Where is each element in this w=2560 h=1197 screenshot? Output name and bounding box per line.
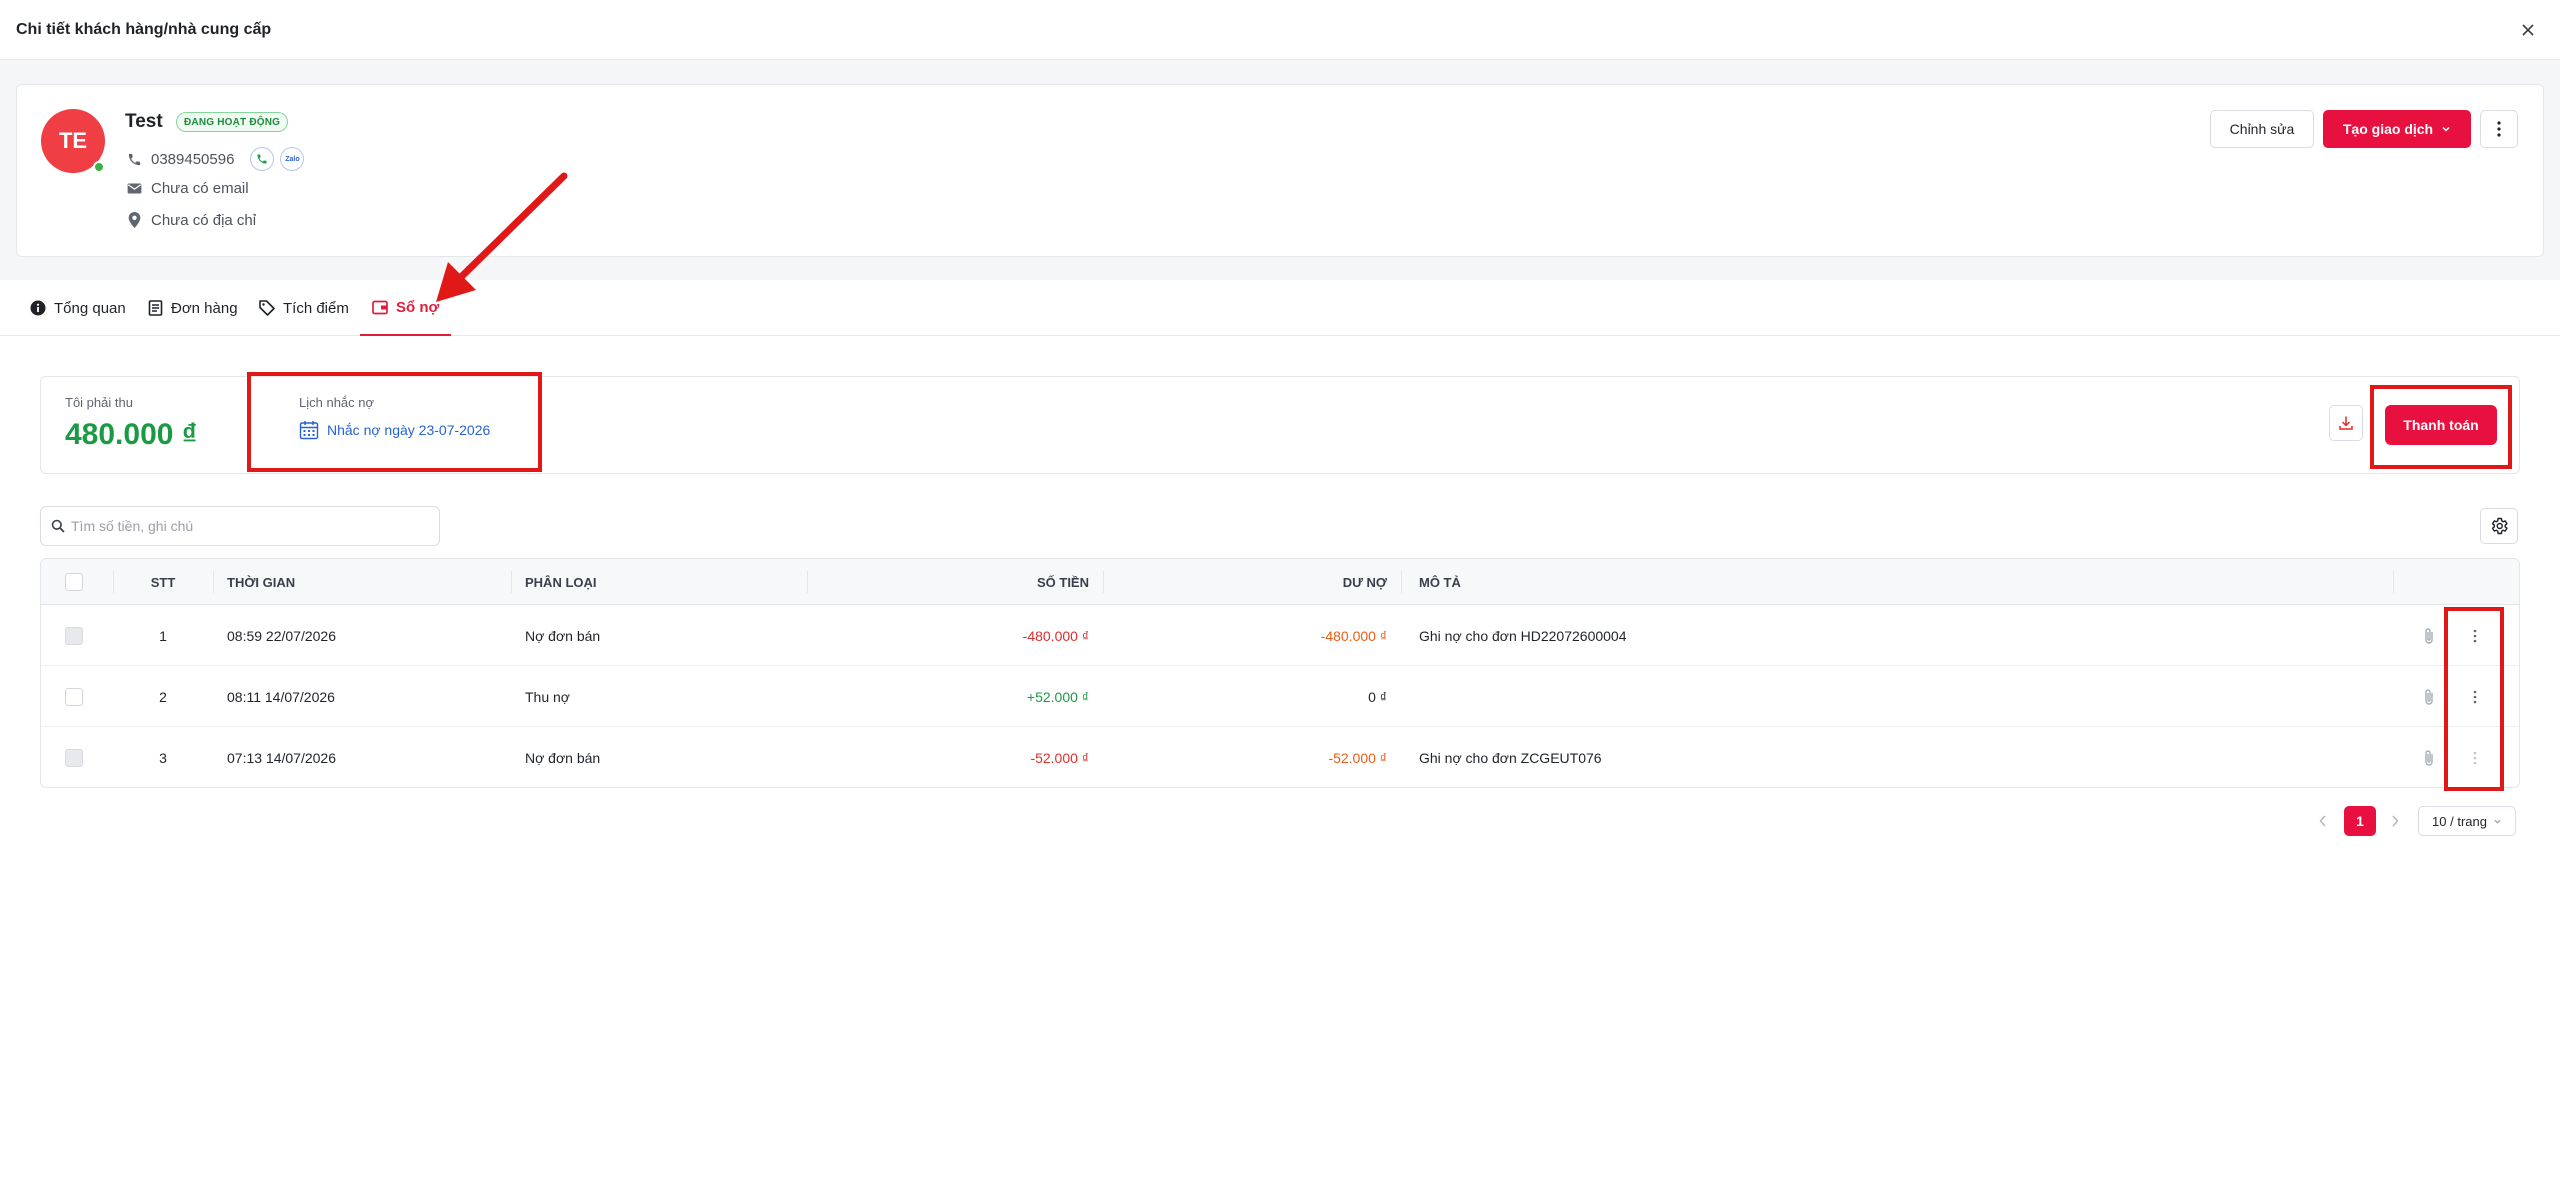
annotation-arrow xyxy=(436,172,568,302)
